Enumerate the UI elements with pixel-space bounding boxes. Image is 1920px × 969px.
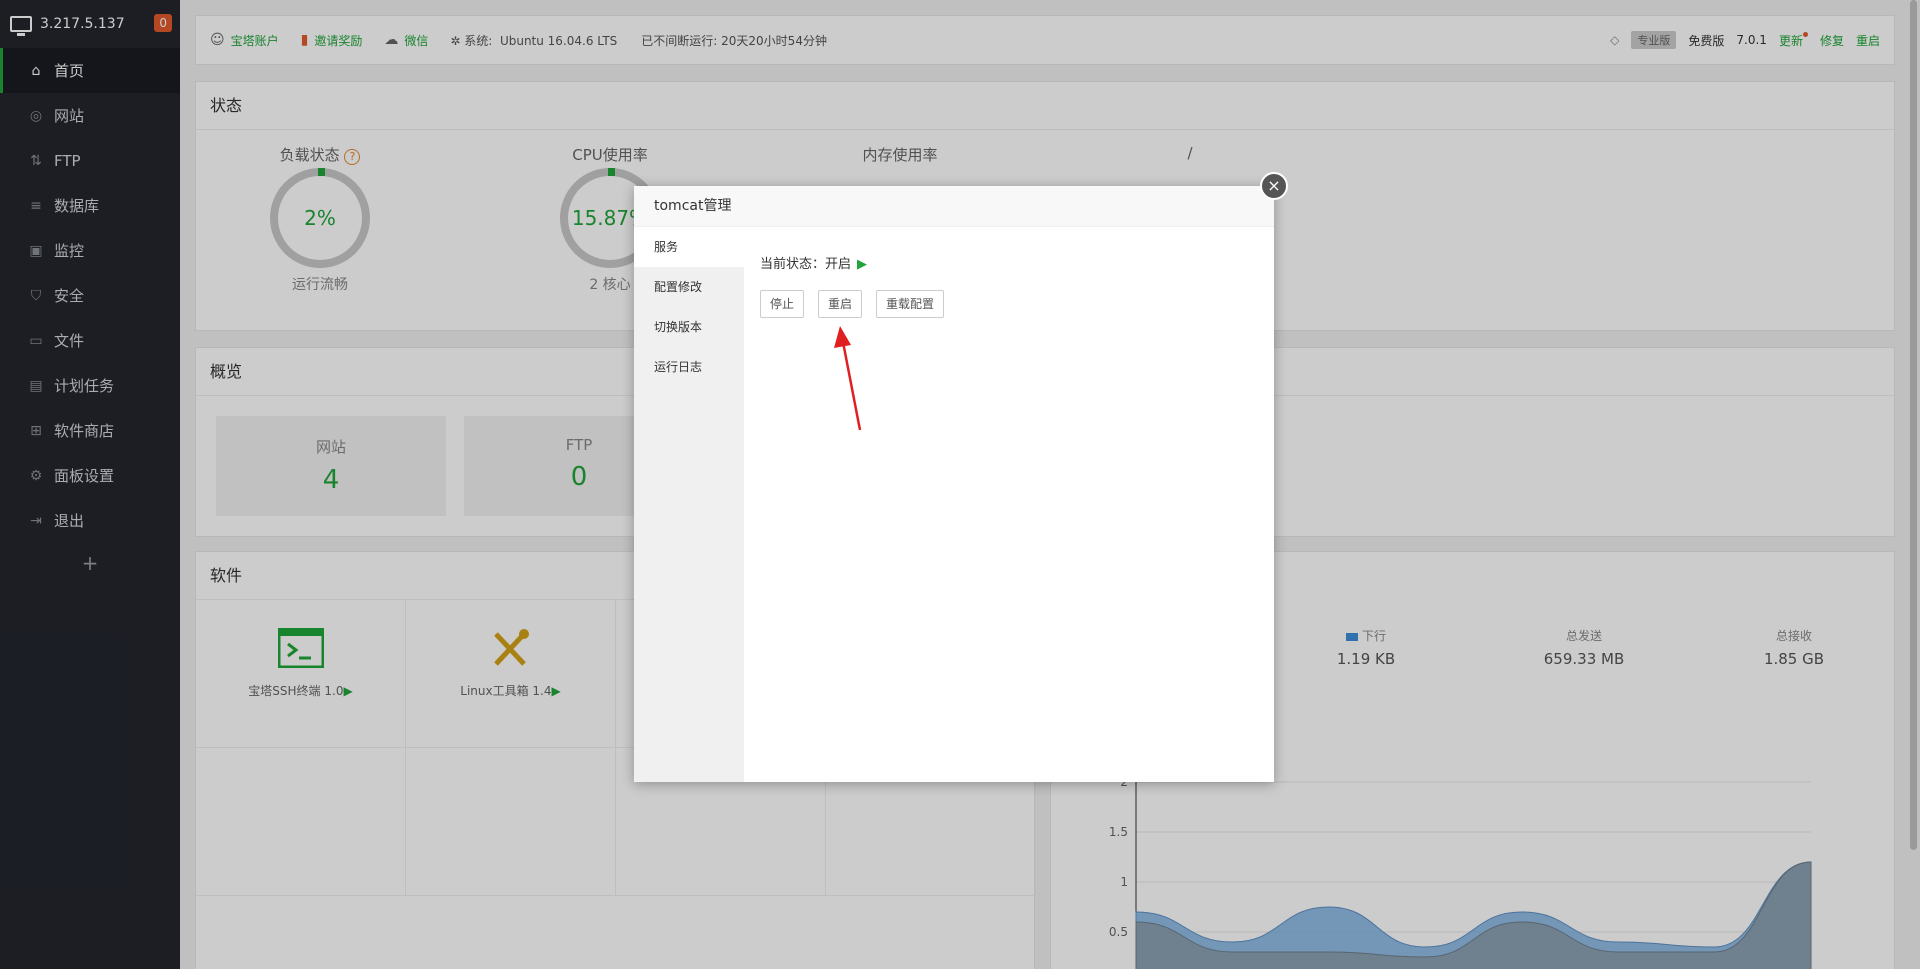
reload-config-button[interactable]: 重载配置 bbox=[876, 290, 945, 318]
tab-log[interactable]: 运行日志 bbox=[634, 347, 744, 387]
state-label: 当前状态：开启 bbox=[760, 257, 852, 272]
service-buttons: 停止 重启 重载配置 bbox=[760, 290, 1258, 318]
stop-button[interactable]: 停止 bbox=[760, 290, 805, 318]
service-state: 当前状态：开启 ▶ bbox=[760, 253, 1258, 272]
modal-nav: 服务 配置修改 切换版本 运行日志 bbox=[634, 227, 744, 782]
tab-config[interactable]: 配置修改 bbox=[634, 267, 744, 307]
play-icon: ▶ bbox=[857, 257, 868, 272]
modal-body: 当前状态：开启 ▶ 停止 重启 重载配置 bbox=[744, 227, 1274, 782]
close-icon[interactable]: × bbox=[1260, 172, 1288, 200]
modal-title: tomcat管理 bbox=[634, 186, 1274, 227]
tomcat-modal: tomcat管理 × 服务 配置修改 切换版本 运行日志 当前状态：开启 ▶ 停止… bbox=[634, 172, 1288, 782]
annotation-arrow-icon bbox=[834, 326, 862, 431]
restart-button[interactable]: 重启 bbox=[818, 290, 863, 318]
tab-version[interactable]: 切换版本 bbox=[634, 307, 744, 347]
tab-service[interactable]: 服务 bbox=[634, 227, 744, 267]
